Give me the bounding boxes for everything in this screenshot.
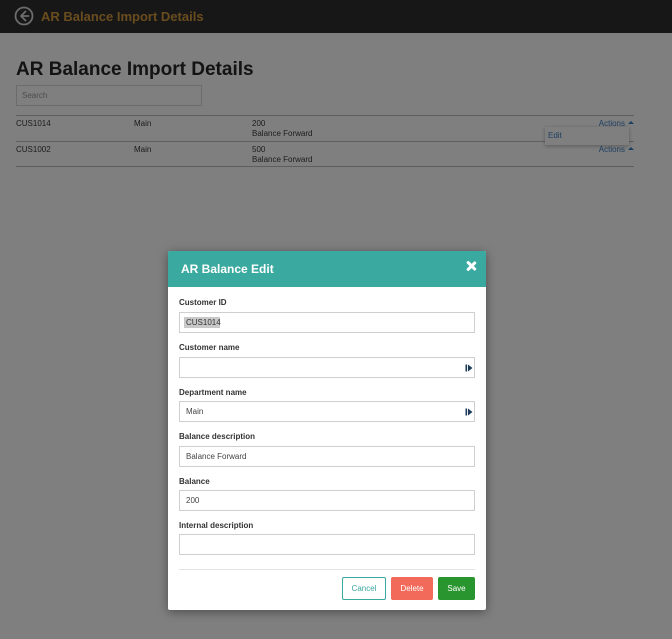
internal-description-input[interactable] [179, 534, 475, 555]
customer-id-input[interactable] [179, 312, 475, 333]
ar-balance-edit-dialog: AR Balance Edit Customer ID Customer nam… [168, 251, 486, 610]
balance-label: Balance [179, 477, 210, 486]
close-icon[interactable] [465, 260, 477, 272]
department-name-label: Department name [179, 388, 247, 397]
internal-description-label: Internal description [179, 521, 254, 530]
picker-icon[interactable] [465, 364, 473, 372]
modal-title: AR Balance Edit [181, 262, 274, 276]
customer-name-label: Customer name [179, 343, 240, 352]
save-button[interactable]: Save [438, 577, 475, 600]
balance-description-input[interactable] [179, 446, 475, 467]
picker-icon[interactable] [465, 408, 473, 416]
delete-button[interactable]: Delete [391, 577, 433, 600]
customer-id-label: Customer ID [179, 298, 227, 307]
modal-header: AR Balance Edit [168, 251, 486, 287]
balance-description-label: Balance description [179, 432, 256, 441]
cancel-button[interactable]: Cancel [342, 577, 386, 600]
department-name-input[interactable] [179, 401, 475, 422]
customer-name-input[interactable] [179, 357, 475, 378]
footer-divider [179, 569, 475, 570]
balance-input[interactable] [179, 490, 475, 511]
